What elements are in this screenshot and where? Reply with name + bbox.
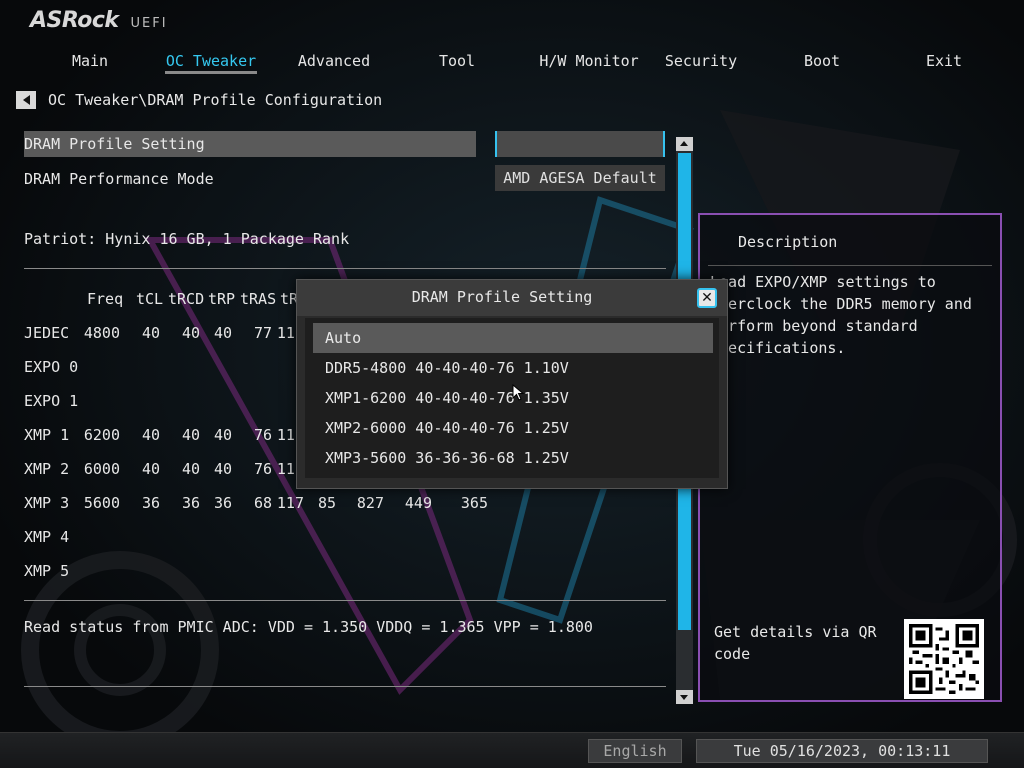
timing-cell: 449 — [404, 494, 432, 512]
profile-option-xmp2[interactable]: XMP2-6000 40-40-40-76 1.25V — [313, 413, 713, 443]
tab-exit[interactable]: Exit — [894, 52, 994, 70]
description-panel: Description Load EXPO/XMP settings to ov… — [698, 213, 1002, 702]
description-title: Description — [738, 233, 838, 251]
chevron-up-icon[interactable] — [676, 137, 693, 151]
qr-code-icon — [904, 619, 984, 699]
timing-row-label: EXPO 1 — [24, 392, 79, 410]
tab-oc-tweaker[interactable]: OC Tweaker — [161, 52, 261, 74]
close-icon[interactable]: ✕ — [697, 288, 717, 308]
profile-option-ddr5-4800[interactable]: DDR5-4800 40-40-40-76 1.10V — [313, 353, 713, 383]
dram-profile-label[interactable]: DRAM Profile Setting — [24, 135, 205, 153]
dram-profile-value[interactable] — [495, 131, 665, 157]
pmic-status: Read status from PMIC ADC: VDD = 1.350 V… — [24, 618, 593, 636]
language-button[interactable]: English — [588, 739, 682, 763]
divider — [708, 265, 992, 266]
divider — [24, 268, 666, 269]
dram-perf-value[interactable]: AMD AGESA Default — [495, 165, 665, 191]
dialog-title: DRAM Profile Setting — [411, 288, 593, 306]
divider — [24, 686, 666, 687]
timing-cell: 117 — [276, 460, 304, 478]
dram-perf-label[interactable]: DRAM Performance Mode — [24, 170, 214, 188]
tab-advanced[interactable]: Advanced — [284, 52, 384, 70]
col-header: Freq — [87, 290, 124, 308]
chevron-down-icon[interactable] — [676, 690, 693, 704]
profile-option-auto[interactable]: Auto — [313, 323, 713, 353]
col-header: tCL — [136, 290, 164, 308]
col-header: tRCD — [168, 290, 205, 308]
tab-tool[interactable]: Tool — [407, 52, 507, 70]
divider — [24, 600, 666, 601]
timing-row-label: XMP 5 — [24, 562, 70, 580]
memory-info: Patriot: Hynix 16 GB, 1 Package Rank — [24, 230, 350, 248]
dialog-header: DRAM Profile Setting ✕ — [297, 280, 727, 316]
tab-security[interactable]: Security — [651, 52, 751, 70]
timing-row-label: EXPO 0 — [24, 358, 79, 376]
asrock-logo: ASRock UEFI — [30, 8, 168, 38]
timing-cell: 365 — [460, 494, 488, 512]
col-header: tRP — [208, 290, 236, 308]
col-header: tRAS — [240, 290, 277, 308]
top-menu: Main OC Tweaker Advanced Tool H/W Monito… — [30, 52, 1010, 76]
timing-cell: 117 — [276, 324, 304, 342]
tab-main[interactable]: Main — [40, 52, 140, 70]
profile-option-xmp3[interactable]: XMP3-5600 36-36-36-68 1.25V — [313, 443, 713, 473]
product-name: UEFI — [130, 16, 168, 31]
tab-hw-monitor[interactable]: H/W Monitor — [529, 52, 649, 70]
breadcrumb-path: OC Tweaker\DRAM Profile Configuration — [48, 91, 383, 109]
back-arrow-icon[interactable] — [16, 91, 36, 109]
timing-row-label: XMP 4 — [24, 528, 70, 546]
tab-boot[interactable]: Boot — [772, 52, 872, 70]
timing-cell: 117 — [276, 426, 304, 444]
mouse-pointer-icon — [512, 384, 525, 401]
status-bar: English Tue 05/16/2023, 00:13:11 — [0, 732, 1024, 768]
brand-name: ASRock — [30, 8, 119, 33]
datetime-display: Tue 05/16/2023, 00:13:11 — [696, 739, 988, 763]
qr-label: Get details via QR code — [714, 623, 877, 663]
description-text: Load EXPO/XMP settings to overclock the … — [710, 273, 972, 357]
breadcrumb: OC Tweaker\DRAM Profile Configuration — [16, 90, 382, 110]
